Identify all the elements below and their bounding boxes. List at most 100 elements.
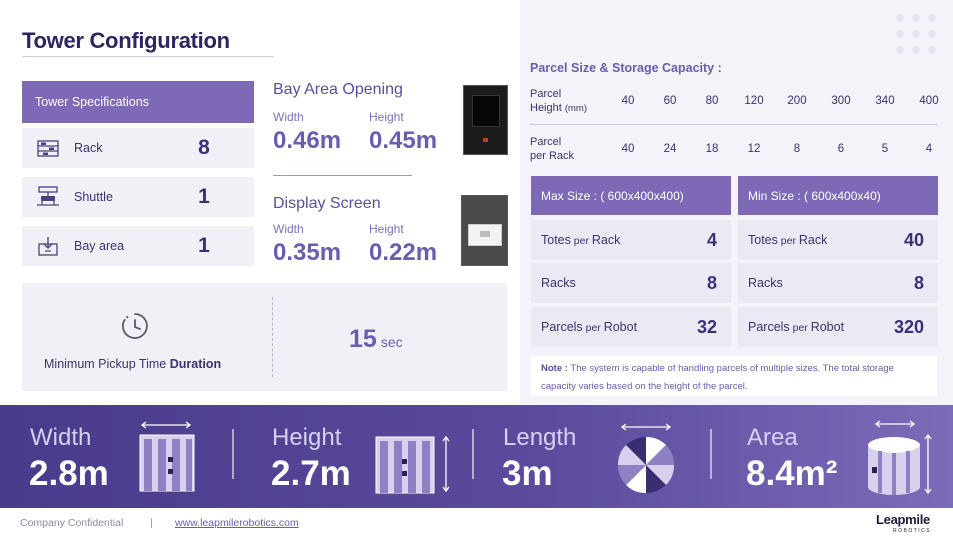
- min-totes-row: Totes per Rack 40: [738, 220, 938, 260]
- table-cell: 60: [663, 95, 677, 107]
- display-screen-image: [461, 195, 508, 266]
- dim-height-label: Height: [272, 424, 342, 451]
- clock-icon: [120, 311, 150, 346]
- max-totes-row: Totes per Rack 4: [531, 220, 731, 260]
- pickup-time-value: 15 sec: [349, 325, 403, 354]
- tower-configuration-slide: Tower Configuration Tower Specifications…: [0, 0, 953, 536]
- screen-width-label: Width: [273, 222, 304, 236]
- cap-value: 40: [903, 229, 924, 250]
- spec-value: 1: [198, 234, 210, 257]
- section-divider: [273, 175, 412, 176]
- height-unit: (mm): [564, 103, 588, 114]
- table-cell: 18: [705, 143, 719, 155]
- table-cell: 340: [875, 95, 895, 107]
- tower-area-icon: [862, 419, 934, 504]
- band-divider: [472, 429, 474, 479]
- table-cell: 200: [787, 95, 807, 107]
- footer: Company Confidential | www.leapmilerobot…: [0, 508, 953, 536]
- cap-value: 8: [913, 272, 924, 293]
- table-cell: 80: [705, 95, 719, 107]
- bay-width-value: 0.46m: [273, 127, 342, 154]
- table-cell: 24: [663, 143, 677, 155]
- table-cell: 8: [793, 143, 801, 155]
- table-cell: 400: [919, 95, 939, 107]
- bay-height-label: Height: [369, 110, 404, 124]
- dim-area-value: 8.4m²: [746, 454, 838, 493]
- dim-area-label: Area: [747, 424, 798, 451]
- table-cell: 4: [925, 143, 933, 155]
- screen-height-label: Height: [369, 222, 404, 236]
- max-size-header: Max Size : ( 600x400x400): [531, 176, 731, 215]
- capacity-panel: Parcel Size & Storage Capacity : Parcel …: [520, 0, 953, 405]
- pickup-label-text: Minimum Pickup Time: [44, 357, 170, 371]
- spec-label: Shuttle: [74, 190, 113, 204]
- spec-label: Bay area: [74, 239, 125, 253]
- spec-label: Rack: [74, 141, 103, 155]
- footer-website-link[interactable]: www.leapmilerobotics.com: [175, 517, 299, 529]
- bay-opening-image: [463, 85, 508, 155]
- pickup-value-unit: sec: [380, 334, 403, 350]
- pickup-time-card: Minimum Pickup Time Duration 15 sec: [22, 283, 507, 391]
- spec-row-shuttle: Shuttle 1: [22, 177, 254, 217]
- table-cell: 5: [881, 143, 889, 155]
- height-label-line2: Height: [530, 102, 562, 114]
- leapmile-logo-sub: ROBOTICS: [893, 528, 932, 534]
- spec-value: 8: [198, 136, 210, 159]
- max-racks-row: Racks 8: [531, 263, 731, 303]
- table-cell: 40: [621, 143, 635, 155]
- cap-value: 8: [706, 272, 717, 293]
- tower-height-icon: [374, 433, 458, 500]
- rack-icon: [36, 137, 60, 159]
- cap-label: Racks: [748, 276, 783, 290]
- min-size-header: Min Size : ( 600x400x40): [738, 176, 938, 215]
- per-rack-label-line1: Parcel: [530, 136, 562, 148]
- cap-value: 32: [696, 316, 717, 337]
- note-label: Note :: [541, 363, 568, 374]
- cap-value: 4: [706, 229, 717, 250]
- table-cell: 12: [747, 143, 761, 155]
- tower-width-icon: [134, 421, 198, 500]
- cap-label: Totes per Rack: [541, 233, 621, 247]
- table-cell: 6: [837, 143, 845, 155]
- leapmile-logo: Leapmile: [876, 512, 930, 527]
- cap-label: Parcels per Robot: [748, 320, 845, 334]
- shuttle-icon: [36, 186, 60, 208]
- dim-width-value: 2.8m: [29, 454, 109, 493]
- footer-separator: |: [150, 517, 153, 529]
- table-divider: [530, 124, 938, 125]
- table-cell: 40: [621, 95, 635, 107]
- bay-area-icon: [36, 235, 60, 257]
- cap-value: 320: [893, 316, 924, 337]
- band-divider: [710, 429, 712, 479]
- screen-height-value: 0.22m: [369, 239, 438, 266]
- table-cell: 120: [744, 95, 764, 107]
- dim-length-value: 3m: [502, 454, 553, 493]
- cap-label: Totes per Rack: [748, 233, 828, 247]
- parcel-height-label: Parcel Height (mm): [530, 87, 587, 116]
- page-title: Tower Configuration: [22, 28, 230, 53]
- spec-row-rack: Rack 8: [22, 128, 254, 168]
- tower-top-view-icon: [612, 421, 680, 500]
- tower-specs-header: Tower Specifications: [22, 81, 254, 123]
- spec-row-bay-area: Bay area 1: [22, 226, 254, 266]
- capacity-note: Note : The system is capable of handling…: [531, 356, 937, 396]
- cap-label: Racks: [541, 276, 576, 290]
- pickup-time-label: Minimum Pickup Time Duration: [44, 357, 221, 371]
- bay-width-label: Width: [273, 110, 304, 124]
- max-parcels-row: Parcels per Robot 32: [531, 307, 731, 347]
- capacity-title: Parcel Size & Storage Capacity :: [530, 61, 722, 75]
- min-parcels-row: Parcels per Robot 320: [738, 307, 938, 347]
- bay-height-value: 0.45m: [369, 127, 438, 154]
- height-label-line1: Parcel: [530, 88, 562, 100]
- dimensions-band: Width 2.8m Height 2.7m Length 3m Area 8.…: [0, 405, 953, 508]
- band-divider: [232, 429, 234, 479]
- bay-opening-title: Bay Area Opening: [273, 81, 403, 98]
- dim-length-label: Length: [503, 424, 577, 451]
- pickup-divider: [272, 297, 273, 377]
- dim-width-label: Width: [30, 424, 92, 451]
- title-underline: [22, 56, 274, 57]
- cap-label: Parcels per Robot: [541, 320, 638, 334]
- pickup-label-bold: Duration: [169, 357, 222, 371]
- screen-width-value: 0.35m: [273, 239, 342, 266]
- table-cell: 300: [831, 95, 851, 107]
